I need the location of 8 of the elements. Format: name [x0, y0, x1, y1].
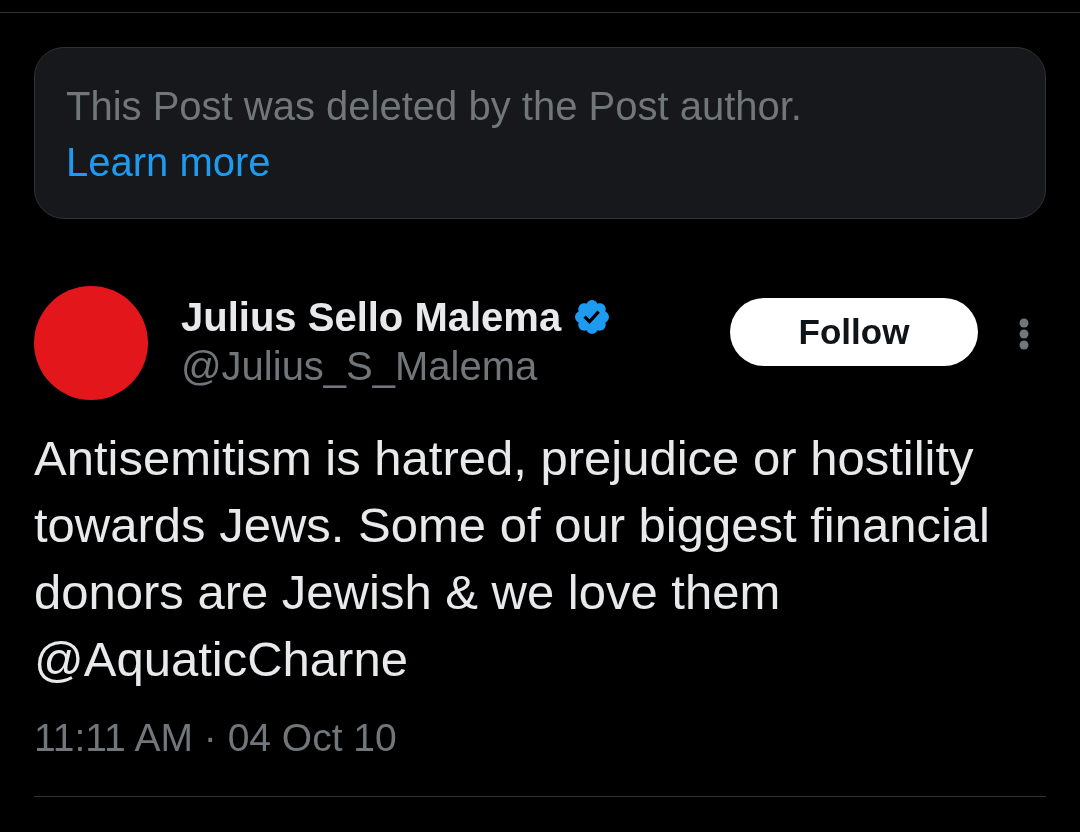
post-timestamp[interactable]: 11:11 AM · 04 Oct 10 — [34, 714, 397, 762]
post-text: Antisemitism is hatred, prejudice or hostility towards Jews. Some of our biggest financial donors are Jewish & we love them @AquaticCharne — [34, 430, 991, 688]
follow-button[interactable]: Follow — [730, 298, 978, 366]
author-handle[interactable]: @Julius_S_Malema — [181, 341, 538, 391]
more-options-icon[interactable] — [1018, 318, 1030, 350]
deleted-notice-text: This Post was deleted by the Post author. Learn more — [66, 83, 803, 186]
learn-more-link[interactable]: Learn more — [66, 140, 271, 184]
author-name[interactable]: Julius Sello Malema — [181, 293, 562, 341]
